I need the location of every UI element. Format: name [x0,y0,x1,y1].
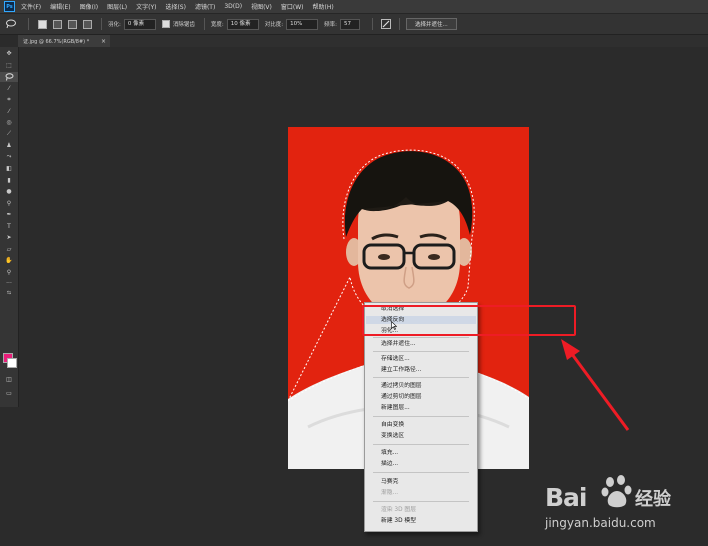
watermark-url: jingyan.baidu.com [545,516,656,530]
watermark-brand-cn: 经验 [635,489,671,510]
baidu-paw-logo-icon [601,475,632,508]
annotation-arrow-icon [561,339,630,431]
baidu-jingyan-watermark: Bai 经验 jingyan.baidu.com [545,475,695,535]
watermark-brand: Bai [545,483,587,512]
